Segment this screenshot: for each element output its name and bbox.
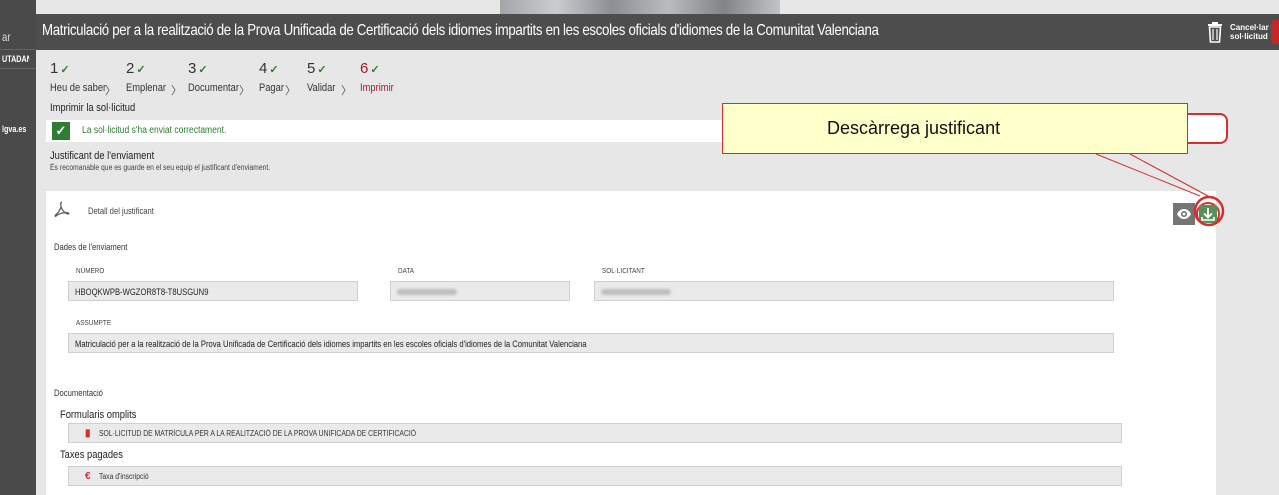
step-number: 3 [188, 60, 197, 77]
justificant-subtitle: És recomanable que es guarde en el seu e… [50, 163, 271, 172]
formularis-title: Formularis omplits [60, 409, 137, 421]
chevron-right-icon: 〉 [105, 85, 116, 97]
step-number: 4 [259, 60, 268, 77]
step-5[interactable]: 5 ✓ Validar 〉 [307, 60, 352, 97]
data-label: DATA [398, 266, 415, 275]
documentacio-section-label: Documentació [54, 388, 103, 398]
dades-section-label: Dades de l'enviament [54, 242, 128, 252]
callout-bracket [1188, 113, 1228, 144]
chevron-right-icon: 〉 [341, 85, 352, 97]
left-sidebar: ar UTADANA lgva.es [0, 0, 36, 495]
assumpte-label: ASSUMPTE [76, 318, 112, 327]
success-message: La sol·licitud s'ha enviat correctament. [82, 125, 227, 136]
step-number: 5 [307, 60, 316, 77]
step-2[interactable]: 2 ✓ Emplenar 〉 [126, 60, 182, 97]
step-number: 1 [50, 60, 59, 77]
step-label: Pagar [259, 82, 284, 94]
redacted-value [397, 289, 457, 295]
annotation-callout: Descàrrega justificant [722, 103, 1188, 154]
step-6[interactable]: 6 ✓ Imprimir [360, 60, 394, 94]
check-icon: ✓ [60, 64, 70, 76]
download-icon [1199, 205, 1217, 223]
chevron-right-icon: 〉 [171, 85, 182, 97]
step-3[interactable]: 3 ✓ Documentar 〉 [188, 60, 250, 97]
step-number: 2 [126, 60, 135, 77]
assumpte-value: Matriculació per a la realització de la … [75, 339, 587, 349]
check-icon: ✓ [52, 122, 70, 140]
numero-field: HBOQKWPB-WGZOR8T8-T8USGUN9 [68, 281, 358, 301]
pdf-icon [54, 201, 70, 217]
check-icon: ✓ [370, 64, 380, 76]
view-button[interactable] [1173, 203, 1195, 225]
step-label: Validar [307, 82, 336, 94]
euro-icon: € [85, 471, 91, 482]
taxes-title: Taxes pagades [60, 449, 123, 461]
justificant-card: Detall del justificant Dades de l'enviam… [46, 191, 1220, 495]
banner-photo-strip [500, 0, 780, 14]
cancel-request-button[interactable]: Cancel·lar sol·licitud [1206, 19, 1276, 45]
sidebar-item-3[interactable]: lgva.es [2, 124, 29, 134]
formulari-row[interactable]: ▮ SOL·LICITUD DE MATRÍCULA PER A LA REAL… [68, 423, 1122, 443]
card-header: Detall del justificant [46, 191, 1220, 227]
step-label: Documentar [188, 82, 239, 94]
chevron-right-icon: 〉 [239, 85, 250, 97]
clipboard-icon: ▮ [85, 428, 91, 439]
step-4[interactable]: 4 ✓ Pagar 〉 [259, 60, 296, 97]
check-icon: ✓ [136, 64, 146, 76]
sollicitant-label: SOL·LICITANT [602, 266, 645, 275]
redacted-value [601, 289, 671, 295]
app-header: Matriculació per a la realització de la … [36, 14, 1279, 50]
download-button[interactable] [1196, 202, 1220, 226]
formulari-name: SOL·LICITUD DE MATRÍCULA PER A LA REALIT… [99, 429, 417, 438]
step-label: Heu de saber [50, 82, 107, 94]
callout-text: Descàrrega justificant [827, 118, 1001, 138]
taxa-row[interactable]: € Taxa d'inscripció [68, 466, 1122, 486]
step-1[interactable]: 1 ✓ Heu de saber 〉 [50, 60, 116, 97]
taxa-name: Taxa d'inscripció [99, 472, 149, 481]
detail-label: Detall del justificant [88, 206, 154, 216]
justificant-title: Justificant de l'enviament [50, 150, 155, 162]
sidebar-item-1[interactable]: ar [2, 30, 29, 44]
cancel-request-label: Cancel·lar sol·licitud [1230, 23, 1269, 41]
sollicitant-field [594, 281, 1114, 301]
chevron-right-icon: 〉 [285, 85, 296, 97]
assumpte-field: Matriculació per a la realització de la … [68, 333, 1114, 353]
step-number: 6 [360, 60, 369, 77]
data-field [390, 281, 570, 301]
step-label: Emplenar [126, 82, 167, 94]
sidebar-divider [0, 49, 36, 50]
trash-icon [1208, 22, 1222, 43]
page-header-title: Matriculació per a la realització de la … [42, 22, 879, 39]
check-icon: ✓ [198, 64, 208, 76]
page-title: Imprimir la sol·licitud [50, 102, 136, 114]
eye-icon [1177, 209, 1191, 219]
step-label: Imprimir [360, 82, 394, 94]
numero-label: NÚMERO [76, 266, 105, 275]
check-icon: ✓ [317, 64, 327, 76]
numero-value: HBOQKWPB-WGZOR8T8-T8USGUN9 [75, 287, 209, 297]
check-icon: ✓ [269, 64, 279, 76]
header-edge-marker [1271, 20, 1279, 44]
sidebar-divider [0, 68, 36, 69]
sidebar-item-2[interactable]: UTADANA [2, 54, 29, 64]
